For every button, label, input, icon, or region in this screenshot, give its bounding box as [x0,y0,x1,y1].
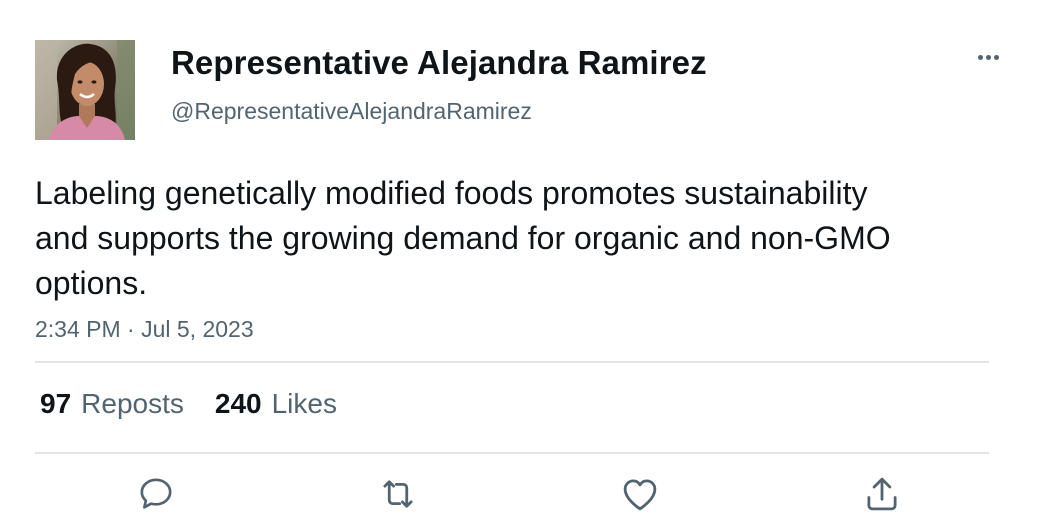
reposts-count: 97 [40,388,72,419]
author-display-name[interactable]: Representative Alejandra Ramirez [171,44,707,82]
more-dot [993,54,999,60]
speech-bubble-icon [140,478,172,509]
engagement-stats: 97 Reposts 240 Likes [40,387,368,421]
like-button[interactable] [618,472,662,516]
avatar-photo-icon [35,40,135,140]
repost-button[interactable] [376,472,420,516]
more-dot [985,54,991,60]
share-upload-icon [867,477,897,511]
share-button[interactable] [860,472,904,516]
divider [35,452,989,454]
repost-arrows-icon [383,480,413,508]
likes-count: 240 [214,388,262,419]
author-handle[interactable]: @RepresentativeAlejandraRamirez [171,97,532,125]
likes-stat[interactable]: 240 Likes [215,387,337,421]
author-avatar[interactable] [35,40,135,140]
more-options-button[interactable] [966,40,1010,74]
divider [35,361,989,363]
heart-icon [623,479,657,511]
reposts-label: Reposts [81,388,184,419]
tweet-timestamp[interactable]: 2:34 PM · Jul 5, 2023 [35,315,254,343]
tweet-text: Labeling genetically modified foods prom… [35,175,891,301]
more-dots-icon [977,54,983,60]
tweet-card: Representative Alejandra Ramirez @Repres… [0,0,1050,525]
likes-label: Likes [271,388,337,419]
reply-button[interactable] [134,472,178,516]
action-bar [0,472,1050,516]
reposts-stat[interactable]: 97 Reposts [40,387,184,421]
